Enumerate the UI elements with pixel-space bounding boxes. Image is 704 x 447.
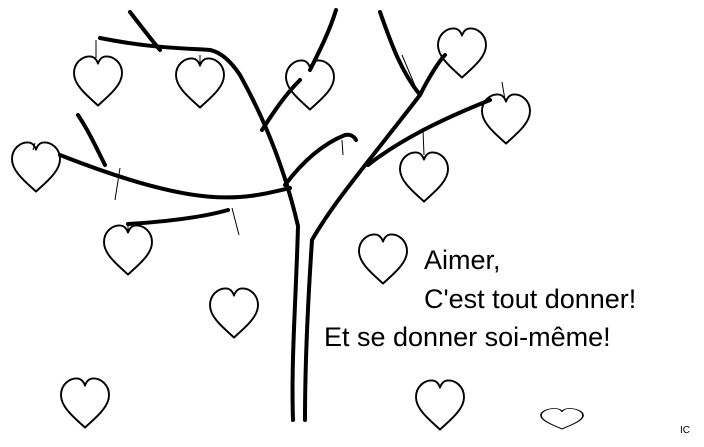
tree-branch-right-lower — [366, 98, 492, 167]
signature: IC — [680, 425, 690, 436]
tree-drawing — [58, 8, 492, 422]
heart-icon — [73, 55, 123, 107]
heart-icon — [175, 57, 225, 109]
poem-line-1: Aimer, — [424, 245, 501, 275]
heart-icon — [415, 379, 465, 431]
heart-icon — [11, 141, 61, 193]
heart-icon — [540, 407, 584, 430]
tree-branch-lower-left — [126, 208, 230, 226]
poem-line-3: Et se donner soi-même! — [324, 322, 611, 352]
heart-icon — [358, 233, 408, 285]
tree-trunk-right — [303, 238, 314, 422]
tree-branch-twig-mid — [76, 113, 107, 167]
poem-line-2: C'est tout donner! — [424, 284, 636, 314]
tree-trunk-left — [290, 224, 300, 422]
tree-branch-hook — [283, 132, 358, 187]
heart-icon — [209, 287, 259, 339]
tree-of-hearts-drawing: Aimer, C'est tout donner! Et se donner s… — [11, 8, 690, 436]
heart-icon — [399, 151, 449, 203]
heart-icon — [60, 377, 110, 429]
tree-branch-right-main — [310, 53, 447, 242]
tree-branch-mid-left — [58, 153, 292, 200]
heart-icon — [103, 224, 153, 276]
tree-branch-upper-middle — [260, 78, 302, 132]
heart-icon — [437, 27, 487, 79]
